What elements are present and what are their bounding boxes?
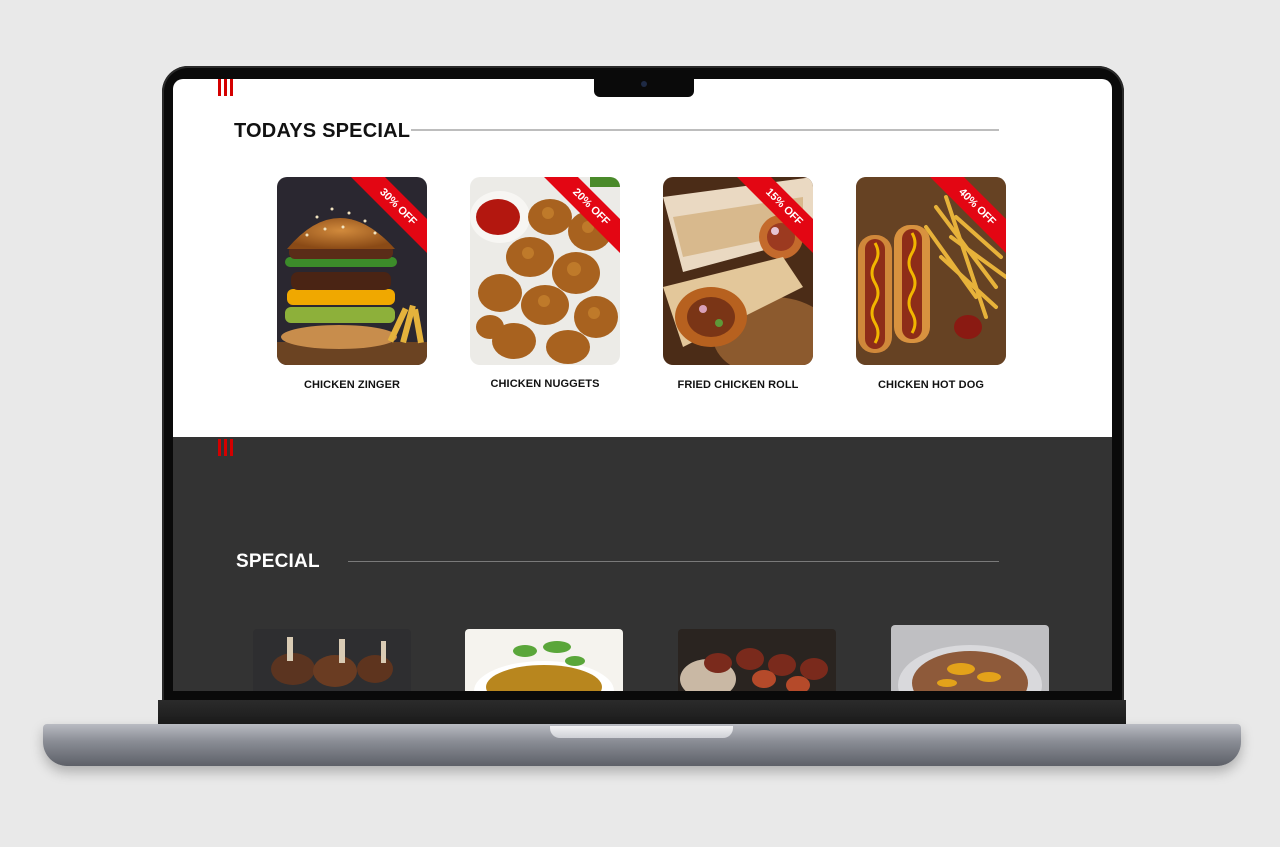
camera-icon	[641, 81, 647, 87]
item-name: FRIED CHICKEN ROLL	[677, 379, 799, 391]
special-title: SPECIAL	[236, 551, 320, 572]
laptop-screen: TODAYS SPECIAL 30% OFF CHICKEN ZINGER 20…	[173, 79, 1112, 691]
item-name: CHICKEN HOT DOG	[878, 379, 984, 391]
laptop-opening-notch	[550, 726, 733, 738]
dessert-image[interactable]	[891, 625, 1049, 691]
special-card-chicken-nuggets[interactable]: 20% OFF CHICKEN NUGGETS	[470, 177, 620, 390]
biryani-image[interactable]	[465, 629, 623, 691]
camera-notch	[594, 78, 694, 97]
special-section: SPECIAL	[173, 437, 1112, 691]
hotdog-image: 40% OFF	[856, 177, 1006, 365]
laptop-hinge	[158, 700, 1126, 726]
special-card-chicken-hot-dog[interactable]: 40% OFF CHICKEN HOT DOG	[856, 177, 1006, 391]
nuggets-image: 20% OFF	[470, 177, 620, 365]
special-card-chicken-zinger[interactable]: 30% OFF CHICKEN ZINGER	[277, 177, 427, 391]
roll-image: 15% OFF	[663, 177, 813, 365]
burger-image: 30% OFF	[277, 177, 427, 365]
menu-icon[interactable]	[218, 79, 233, 96]
special-card-fried-chicken-roll[interactable]: 15% OFF FRIED CHICKEN ROLL	[663, 177, 813, 391]
item-name: CHICKEN ZINGER	[303, 379, 401, 391]
item-name: CHICKEN NUGGETS	[490, 378, 600, 390]
section-divider	[348, 561, 999, 562]
laptop-mockup: TODAYS SPECIAL 30% OFF CHICKEN ZINGER 20…	[0, 0, 1280, 847]
kebab-image[interactable]	[678, 629, 836, 691]
todays-special-title: TODAYS SPECIAL	[234, 120, 411, 142]
section-divider	[411, 129, 999, 131]
menu-icon[interactable]	[218, 439, 233, 456]
lamb-chops-image[interactable]	[253, 629, 411, 691]
